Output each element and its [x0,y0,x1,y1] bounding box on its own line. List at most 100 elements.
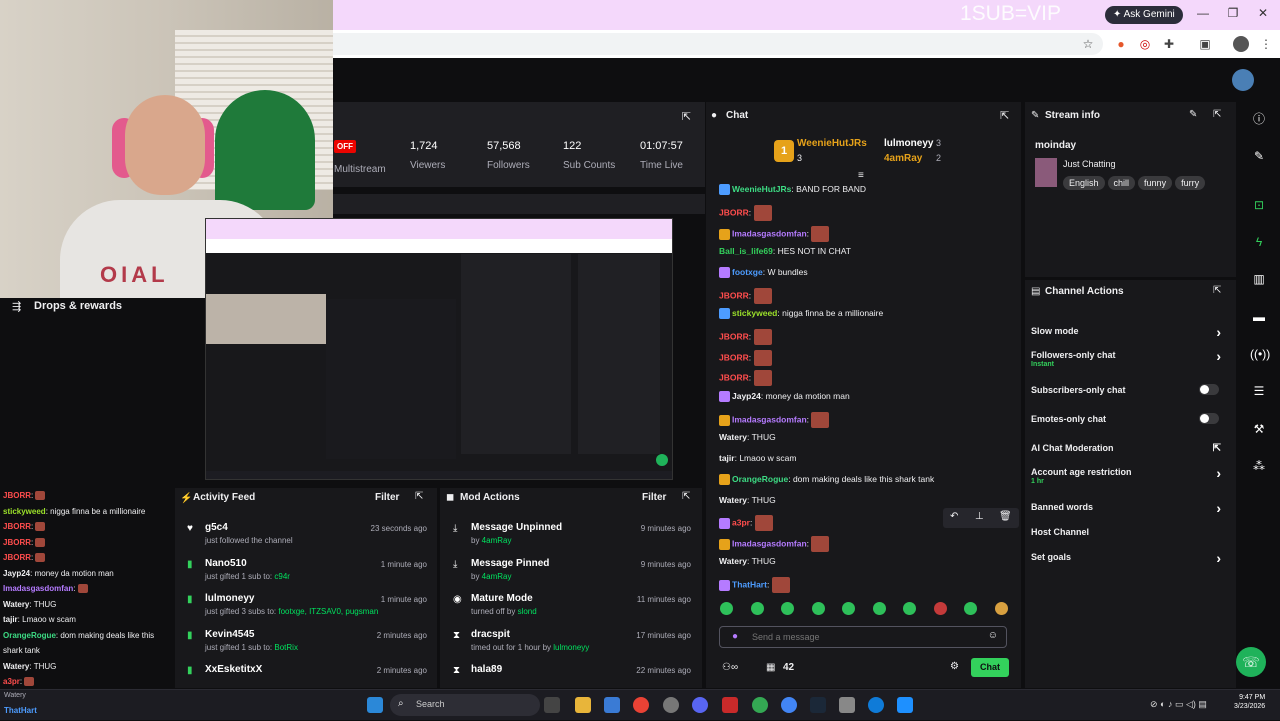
chat-message[interactable]: JBORR: [719,329,772,345]
chevron-right-icon[interactable]: › [1216,500,1221,516]
chat-username[interactable]: stickyweed [732,308,777,318]
chat-username[interactable]: Imadasgasdomfan [732,538,807,548]
document-icon[interactable]: ▥ [1250,270,1268,288]
chat-username[interactable]: WeenieHutJRs [732,184,791,194]
chat-message[interactable]: JBORR: [719,288,772,304]
user-avatar[interactable] [1232,69,1254,91]
lightning-icon[interactable]: ϟ [1250,233,1268,251]
chat-message[interactable]: tajir: Lmaoo w scam [719,453,797,463]
mic-icon[interactable]: ● [732,631,738,642]
popout-icon[interactable]: ⇱ [1213,285,1221,296]
chat-message[interactable]: a3pr: [719,515,773,531]
chat-message[interactable]: WeenieHutJRs: BAND FOR BAND [719,184,866,196]
edge-icon[interactable] [868,697,884,713]
chat-message[interactable]: Watery: THUG [719,495,776,505]
chat-message[interactable]: Jayp24: money da motion man [719,391,850,403]
popout-icon[interactable]: ⇱ [682,491,690,502]
restore-icon[interactable]: ❐ [1222,6,1244,20]
channel-action-subscribers-only-chat[interactable]: Subscribers-only chat [1031,384,1229,395]
activity-item[interactable]: ▮ Nano510 just gifted 1 sub to: c94r 1 minu… [187,558,427,581]
chat-message[interactable]: Ball_is_life69: HES NOT IN CHAT [719,246,851,256]
emote-icon[interactable] [933,602,947,615]
activity-item[interactable]: ▮ Kevin4545 just gifted 1 sub to: BotRix 2 … [187,629,427,652]
channel-action-set-goals[interactable]: Set goals › [1031,550,1229,566]
emote-icon[interactable] [903,602,916,615]
chat-message[interactable]: Imadasgasdomfan: [719,226,830,242]
channel-action-ai-chat-moderation[interactable]: AI Chat Moderation ⇱ [1031,443,1229,454]
emote-icon[interactable] [750,602,764,615]
chat-username[interactable]: OrangeRogue [732,474,788,484]
minimize-icon[interactable]: — [1192,6,1214,20]
chat-message[interactable]: JBORR: [719,350,772,366]
category-name[interactable]: Just Chatting [1063,159,1116,169]
mod-action-user[interactable]: lulmoneyy [553,643,589,652]
mod-filter-button[interactable]: Filter [642,492,666,503]
emote-icon[interactable] [811,602,825,615]
tag[interactable]: chill [1107,176,1136,190]
chat-username[interactable]: JBORR [719,207,749,217]
chat-message[interactable]: Watery: THUG [719,556,776,566]
channel-action-banned-words[interactable]: Banned words › [1031,500,1229,516]
stat-multistream[interactable]: Multistream [334,164,386,175]
pin-collapse-icon[interactable]: ≡ [858,170,864,181]
chat-message[interactable]: ThatHart: [719,577,790,593]
reply-icon[interactable]: ↶ [950,511,958,522]
toggle-switch[interactable] [1199,413,1219,424]
tag[interactable]: funny [1138,176,1173,190]
pin-icon[interactable]: ⊥ [975,511,984,522]
app-icon[interactable] [897,697,913,713]
taskbar-clock[interactable]: 9:47 PM 3/23/2026 [1234,694,1265,710]
ask-gemini-button[interactable]: ✦ Ask Gemini [1105,6,1183,24]
activity-item[interactable]: ▮ lulmoneyy just gifted 3 subs to: footxge… [187,593,427,616]
mod-action-item[interactable]: ⧗ hala89 22 minutes ago [453,664,691,678]
chat-message[interactable]: stickyweed: nigga finna be a millionaire [719,308,883,320]
popout-icon[interactable]: ⇱ [1213,109,1221,120]
chat-username[interactable]: JBORR [719,331,749,341]
broadcast-icon[interactable]: ((•)) [1250,345,1270,363]
mod-action-user[interactable]: 4amRay [482,572,512,581]
chevron-right-icon[interactable]: › [1216,324,1221,340]
chevron-right-icon[interactable]: › [1216,465,1221,481]
tag[interactable]: furry [1175,176,1206,190]
activity-filter-button[interactable]: Filter [375,492,399,503]
chat-send-button[interactable]: Chat [971,658,1009,677]
chat-username[interactable]: Watery [719,495,747,505]
nodes-icon[interactable]: ⁂ [1250,457,1268,475]
focus-icon[interactable]: ⊡ [1250,196,1268,214]
channel-action-followers-only-chat[interactable]: Followers-only chat Instant › [1031,348,1229,368]
browser-menu-icon[interactable]: ⋮ [1258,36,1274,52]
activity-item[interactable]: ♥ g5c4 just followed the channel 23 seconds… [187,522,427,545]
emote-icon[interactable] [964,602,977,615]
mod-action-item[interactable]: ⤓ Message Unpinned by 4amRay 9 minutes ago [453,522,691,545]
mod-action-item[interactable]: ⧗ dracspit timed out for 1 hour by lulmone… [453,629,691,652]
taskbar-search[interactable]: ⌕ Search [390,694,540,716]
edit-icon[interactable]: ✎ [1250,147,1268,165]
leaderboard-name[interactable]: 4amRay [884,153,922,164]
list-icon[interactable]: ☰ [1250,382,1268,400]
chat-username[interactable]: footxge [732,267,763,277]
channel-action-slow-mode[interactable]: Slow mode › [1031,324,1229,340]
leaderboard-name[interactable]: lulmoneyy [884,138,933,149]
leaderboard-name[interactable]: WeenieHutJRs [797,138,867,149]
emote-icon[interactable] [872,602,886,615]
emote-icon[interactable] [720,602,733,615]
chat-message[interactable]: Imadasgasdomfan: [719,536,830,552]
chat-message[interactable]: JBORR: [719,205,772,221]
settings-gear-icon[interactable]: ⚙ [950,661,959,672]
infinity-icon[interactable]: ⚇∞ [722,662,738,673]
chat-username[interactable]: a3pr [732,517,750,527]
delete-icon[interactable]: 🗑 [999,511,1012,522]
chrome-alt-icon[interactable] [752,697,768,713]
windows-start-icon[interactable] [367,697,383,713]
chat-message[interactable]: Imadasgasdomfan: [719,412,830,428]
chat-username[interactable]: JBORR [719,352,749,362]
opera-extension-icon[interactable]: ◎ [1137,36,1153,52]
activity-item[interactable]: ▮ XxEsketitxX 2 minutes ago [187,664,427,678]
extensions-puzzle-icon[interactable]: ✚ [1161,36,1177,52]
acrobat-icon[interactable] [722,697,738,713]
chevron-right-icon[interactable]: › [1216,348,1221,364]
chat-username[interactable]: Imadasgasdomfan [732,228,807,238]
chevron-right-icon[interactable]: › [1216,550,1221,566]
popout-icon[interactable]: ⇱ [682,110,691,123]
extension-icon[interactable]: ● [1113,36,1129,52]
